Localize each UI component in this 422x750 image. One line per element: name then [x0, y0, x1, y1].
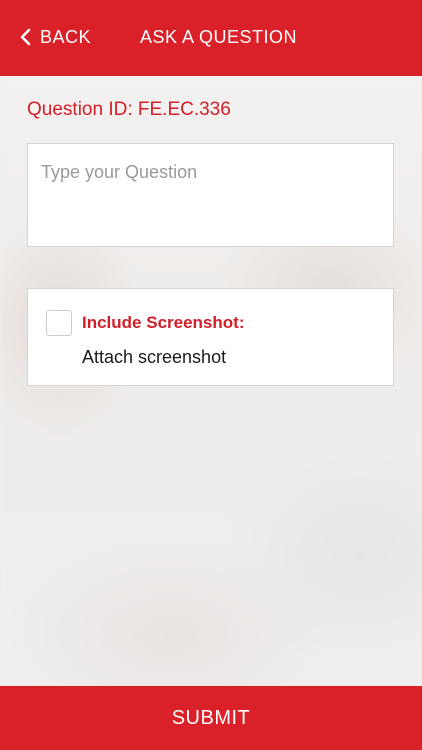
screenshot-card: Include Screenshot: Attach screenshot [27, 288, 394, 386]
question-input[interactable] [27, 143, 394, 247]
back-label: BACK [40, 26, 92, 47]
question-id-label: Question ID: FE.EC.336 [27, 99, 231, 120]
attach-screenshot-link[interactable]: Attach screenshot [82, 347, 226, 368]
include-screenshot-checkbox[interactable] [46, 310, 72, 336]
back-button[interactable]: BACK [18, 26, 91, 48]
submit-label: SUBMIT [171, 706, 251, 729]
submit-button[interactable]: SUBMIT [0, 686, 422, 750]
chevron-left-icon [20, 28, 31, 46]
app-header: BACK ASK A QUESTION [0, 0, 422, 76]
page-title: ASK A QUESTION [140, 27, 298, 47]
include-screenshot-label: Include Screenshot: [82, 313, 245, 332]
